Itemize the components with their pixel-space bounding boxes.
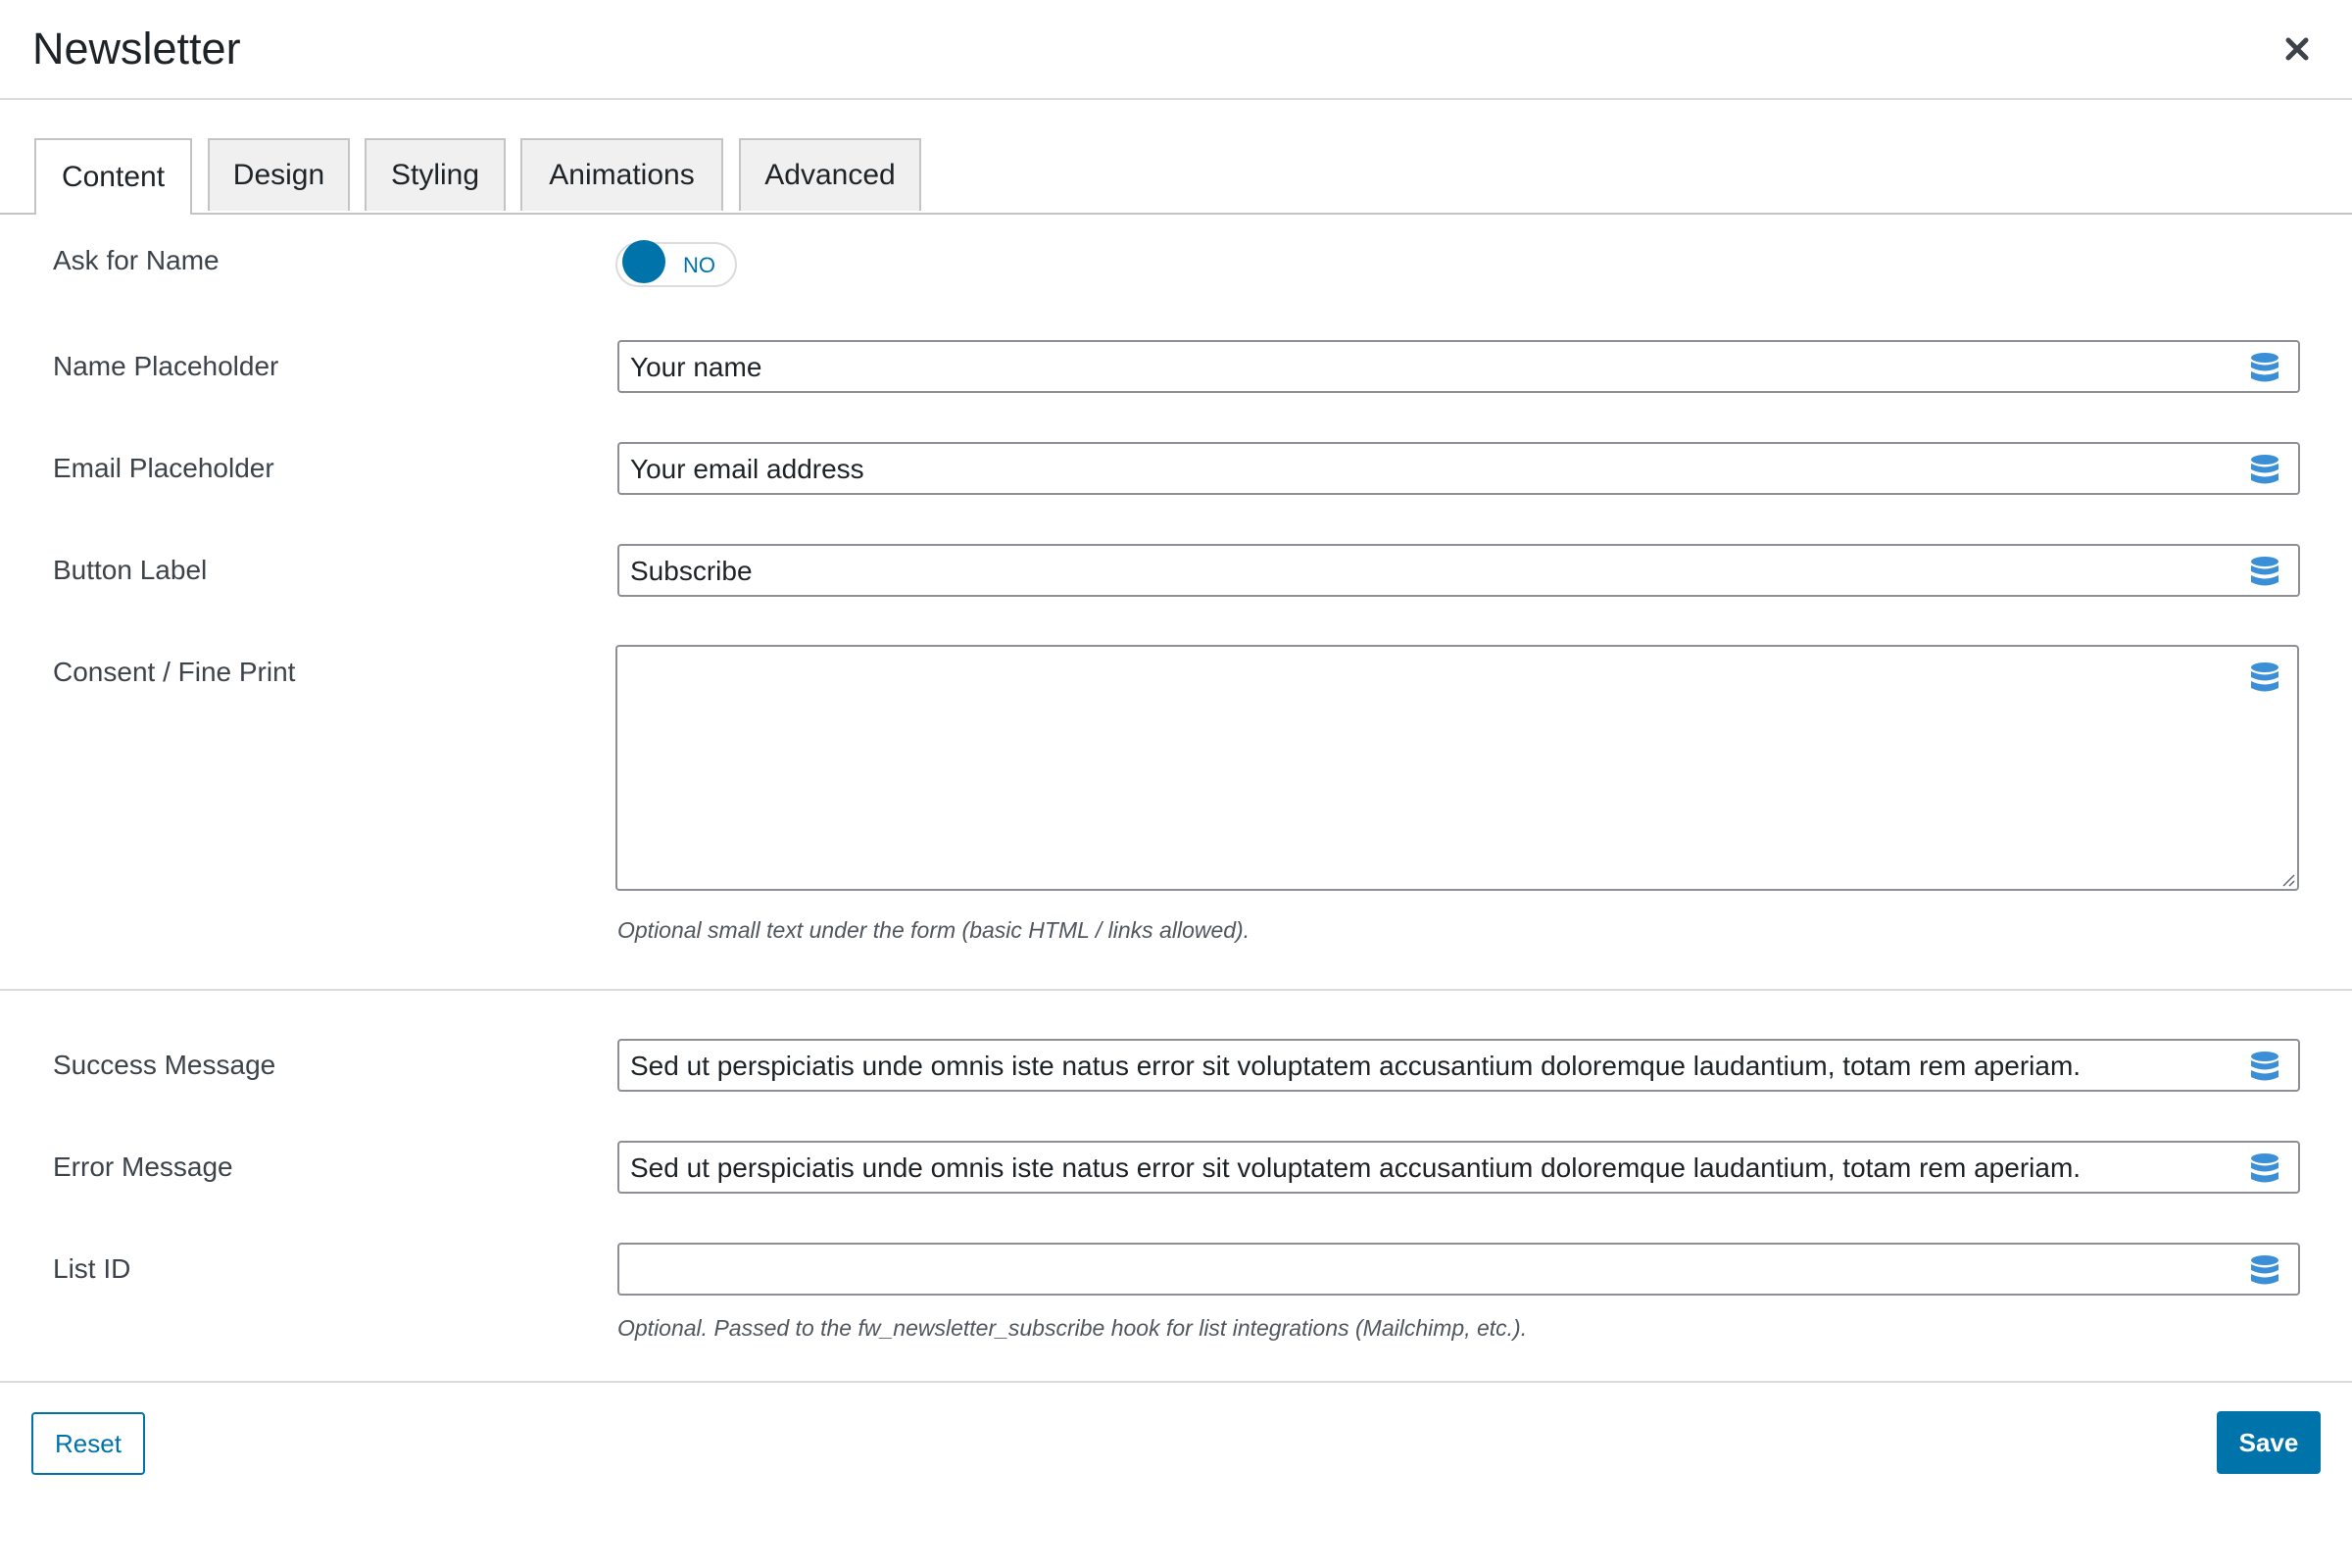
database-icon[interactable] [2250,1052,2279,1083]
database-icon[interactable] [2250,1153,2279,1185]
tab-bar: Content Design Styling Animations Advanc… [0,138,2352,215]
consent-textarea[interactable] [615,645,2299,891]
close-icon[interactable] [2278,29,2317,69]
save-button[interactable]: Save [2217,1411,2321,1474]
success-message-value: Sed ut perspiciatis unde omnis iste natu… [630,1051,2082,1081]
list-id-input[interactable] [617,1243,2300,1296]
tab-animations[interactable]: Animations [520,138,723,211]
section-divider [0,989,2352,991]
button-label-input[interactable]: Subscribe [617,544,2300,597]
database-icon[interactable] [2250,662,2279,694]
resize-handle-icon[interactable] [2279,871,2295,887]
reset-button[interactable]: Reset [31,1412,145,1475]
tab-content[interactable]: Content [34,138,192,215]
database-icon[interactable] [2250,557,2279,588]
consent-help-text: Optional small text under the form (basi… [617,917,1250,943]
tab-advanced[interactable]: Advanced [739,138,921,211]
toggle-state-text: NO [683,253,715,277]
success-message-input[interactable]: Sed ut perspiciatis unde omnis iste natu… [617,1039,2300,1092]
database-icon[interactable] [2250,1255,2279,1287]
error-message-input[interactable]: Sed ut perspiciatis unde omnis iste natu… [617,1141,2300,1194]
tab-styling[interactable]: Styling [365,138,506,211]
name-placeholder-input[interactable]: Your name [617,340,2300,393]
database-icon[interactable] [2250,353,2279,384]
list-id-help-text: Optional. Passed to the fw_newsletter_su… [617,1315,1528,1341]
email-placeholder-value: Your email address [630,454,864,484]
name-placeholder-label: Name Placeholder [53,351,279,381]
tab-design[interactable]: Design [208,138,350,211]
ask-name-label: Ask for Name [53,245,220,275]
list-id-label: List ID [53,1253,131,1284]
button-label-label: Button Label [53,555,208,585]
consent-label: Consent / Fine Print [53,657,296,687]
button-label-value: Subscribe [630,556,753,586]
name-placeholder-value: Your name [630,352,762,382]
email-placeholder-label: Email Placeholder [53,453,274,483]
email-placeholder-input[interactable]: Your email address [617,442,2300,495]
toggle-knob [622,240,665,283]
error-message-label: Error Message [53,1152,233,1182]
error-message-value: Sed ut perspiciatis unde omnis iste natu… [630,1152,2082,1183]
success-message-label: Success Message [53,1050,276,1080]
modal-title: Newsletter [32,24,241,74]
ask-name-toggle[interactable]: NO [615,240,737,287]
footer-divider [0,1381,2352,1383]
database-icon[interactable] [2250,455,2279,486]
modal-header: Newsletter [0,0,2352,100]
newsletter-modal: Newsletter Content Design Styling Animat… [0,0,2352,1568]
